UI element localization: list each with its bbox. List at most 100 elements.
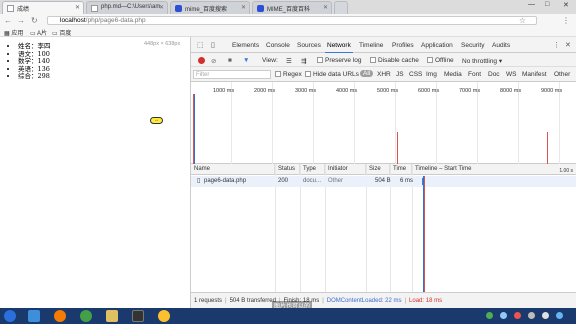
filter-ws[interactable]: WS [506,71,516,78]
reload-icon[interactable]: ↻ [31,16,38,25]
filter-img[interactable]: Img [426,71,437,78]
terminal-icon[interactable] [132,310,144,322]
tab-audits[interactable]: Audits [492,42,510,49]
filter-media[interactable]: Media [444,71,462,78]
record-icon[interactable] [198,57,205,64]
url-path: /php/page6-data.php [85,17,146,24]
close-tab-icon[interactable]: ✕ [159,4,164,11]
tab-label: MIME_百度百科 [267,7,311,13]
offline-checkbox[interactable]: Offline [427,57,454,64]
back-arrow-icon[interactable]: ← [4,16,12,25]
tick-line [559,82,560,164]
timeline-header-label: Timeline – Start Time [415,166,472,172]
col-header-status[interactable]: Status [275,164,300,175]
url-field[interactable]: localhost/php/page6-data.php ☆ [47,16,537,25]
maximize-icon[interactable]: □ [545,1,549,8]
clear-icon[interactable]: ⊘ [211,57,216,65]
close-window-icon[interactable]: ✕ [563,1,569,9]
folder-icon[interactable] [106,310,118,322]
app-icon[interactable] [80,310,92,322]
network-status-bar: 1 requests | 504 B transferred | Finish: 18 … [191,292,576,308]
tick-label: 1000 ms [213,88,235,94]
capture-screenshots-icon[interactable]: ■ [228,57,232,64]
ie-icon[interactable] [28,310,40,322]
filter-doc[interactable]: Doc [488,71,500,78]
tray-icon[interactable] [556,312,563,319]
tab-elements[interactable]: Elements [232,42,259,49]
start-button-icon[interactable] [4,310,16,322]
filter-manifest[interactable]: Manifest [522,71,547,78]
tray-icon[interactable] [542,312,549,319]
regex-checkbox[interactable]: Regex [275,71,302,78]
tab-php-md[interactable]: php.md—C:\Users\am ✕ [86,1,168,14]
table-row[interactable]: ▯ page6-data.php 200 docu... Other 504 B… [191,176,576,187]
apps-bookmark[interactable]: ▦ 应用 [4,28,23,37]
col-header-size[interactable]: Size [366,164,390,175]
baidu-paw-icon [257,5,264,12]
requests-table: Name Status Type Initiator Size Time Tim… [191,164,576,292]
tab-sources[interactable]: Sources [297,42,321,49]
large-rows-icon[interactable]: ☰ [286,57,292,65]
tab-profiles[interactable]: Profiles [392,42,414,49]
devtools-tab-bar: ⬚ ▯ Elements Console Sources Network Tim… [191,37,576,54]
chrome-icon[interactable] [158,310,170,322]
baidu-paw-icon [175,5,182,12]
col-header-timeline[interactable]: Timeline – Start Time 1.00 s [412,164,576,175]
network-overview[interactable]: 1000 ms 2000 ms 3000 ms 4000 ms 5000 ms … [191,82,576,164]
col-header-initiator[interactable]: Initiator [325,164,366,175]
tray-icon[interactable] [486,312,493,319]
overview-icon[interactable]: ⇶ [301,57,306,65]
request-status: 200 [278,178,289,184]
filter-other[interactable]: Other [554,71,570,78]
filter-css[interactable]: CSS [409,71,422,78]
requests-count: 1 requests [194,298,223,304]
filter-input[interactable]: Filter [193,70,271,79]
request-name: page6-data.php [204,178,247,184]
baidu-bookmark[interactable]: ▭ 百度 [52,28,71,37]
col-header-time[interactable]: Time [390,164,412,175]
tab-timeline[interactable]: Timeline [359,42,383,49]
filter-all[interactable]: All [360,70,374,77]
firefox-icon[interactable] [54,310,66,322]
close-tab-icon[interactable]: ✕ [75,4,80,11]
menu-icon[interactable]: ⋮ [562,16,570,25]
disable-cache-checkbox[interactable]: Disable cache [370,57,419,64]
filter-js[interactable]: JS [396,71,404,78]
tab-security[interactable]: Security [461,42,484,49]
bookmark-star-icon[interactable]: ☆ [519,17,526,25]
hide-data-urls-checkbox[interactable]: Hide data URLs [305,71,359,78]
tab-console[interactable]: Console [266,42,290,49]
list-item: 综合：298 [18,72,190,81]
tab-score[interactable]: 成绩 ✕ [2,1,84,14]
preserve-log-checkbox[interactable]: Preserve log [317,57,362,64]
filter-icon[interactable]: ▼ [243,57,249,64]
throttling-select[interactable]: No throttling ▾ [462,57,502,65]
tab-application[interactable]: Application [421,42,453,49]
folder-bookmark[interactable]: ▭ A片 [30,28,47,37]
more-options-icon[interactable]: ⋮ [553,41,560,49]
tray-icon[interactable] [500,312,507,319]
close-tab-icon[interactable]: ✕ [241,4,246,11]
load-time: Load: 18 ms [409,298,443,304]
filter-font[interactable]: Font [468,71,481,78]
tab-network[interactable]: Network [325,42,353,54]
inspect-element-icon[interactable]: ⬚ [197,41,204,49]
tick-label: 5000 ms [377,88,399,94]
device-toolbar-icon[interactable]: ▯ [211,41,215,49]
forward-arrow-icon[interactable]: → [17,16,25,25]
tab-mime-baike[interactable]: MIME_百度百科 ✕ [252,1,332,14]
filter-xhr[interactable]: XHR [377,71,391,78]
page-icon [91,5,98,12]
tab-mime-search[interactable]: mime_百度搜索 ✕ [170,1,250,14]
close-tab-icon[interactable]: ✕ [323,4,328,11]
minimize-icon[interactable]: — [528,1,535,8]
tray-icon[interactable] [514,312,521,319]
col-header-type[interactable]: Type [300,164,325,175]
tray-icon[interactable] [528,312,535,319]
close-devtools-icon[interactable]: ✕ [565,41,571,49]
col-header-name[interactable]: Name [191,164,275,175]
new-tab-button[interactable] [334,1,348,14]
address-bar-row: ← → ↻ localhost/php/page6-data.php ☆ ⋮ [0,14,576,27]
tick-line [395,82,396,164]
load-event-marker [397,132,398,164]
